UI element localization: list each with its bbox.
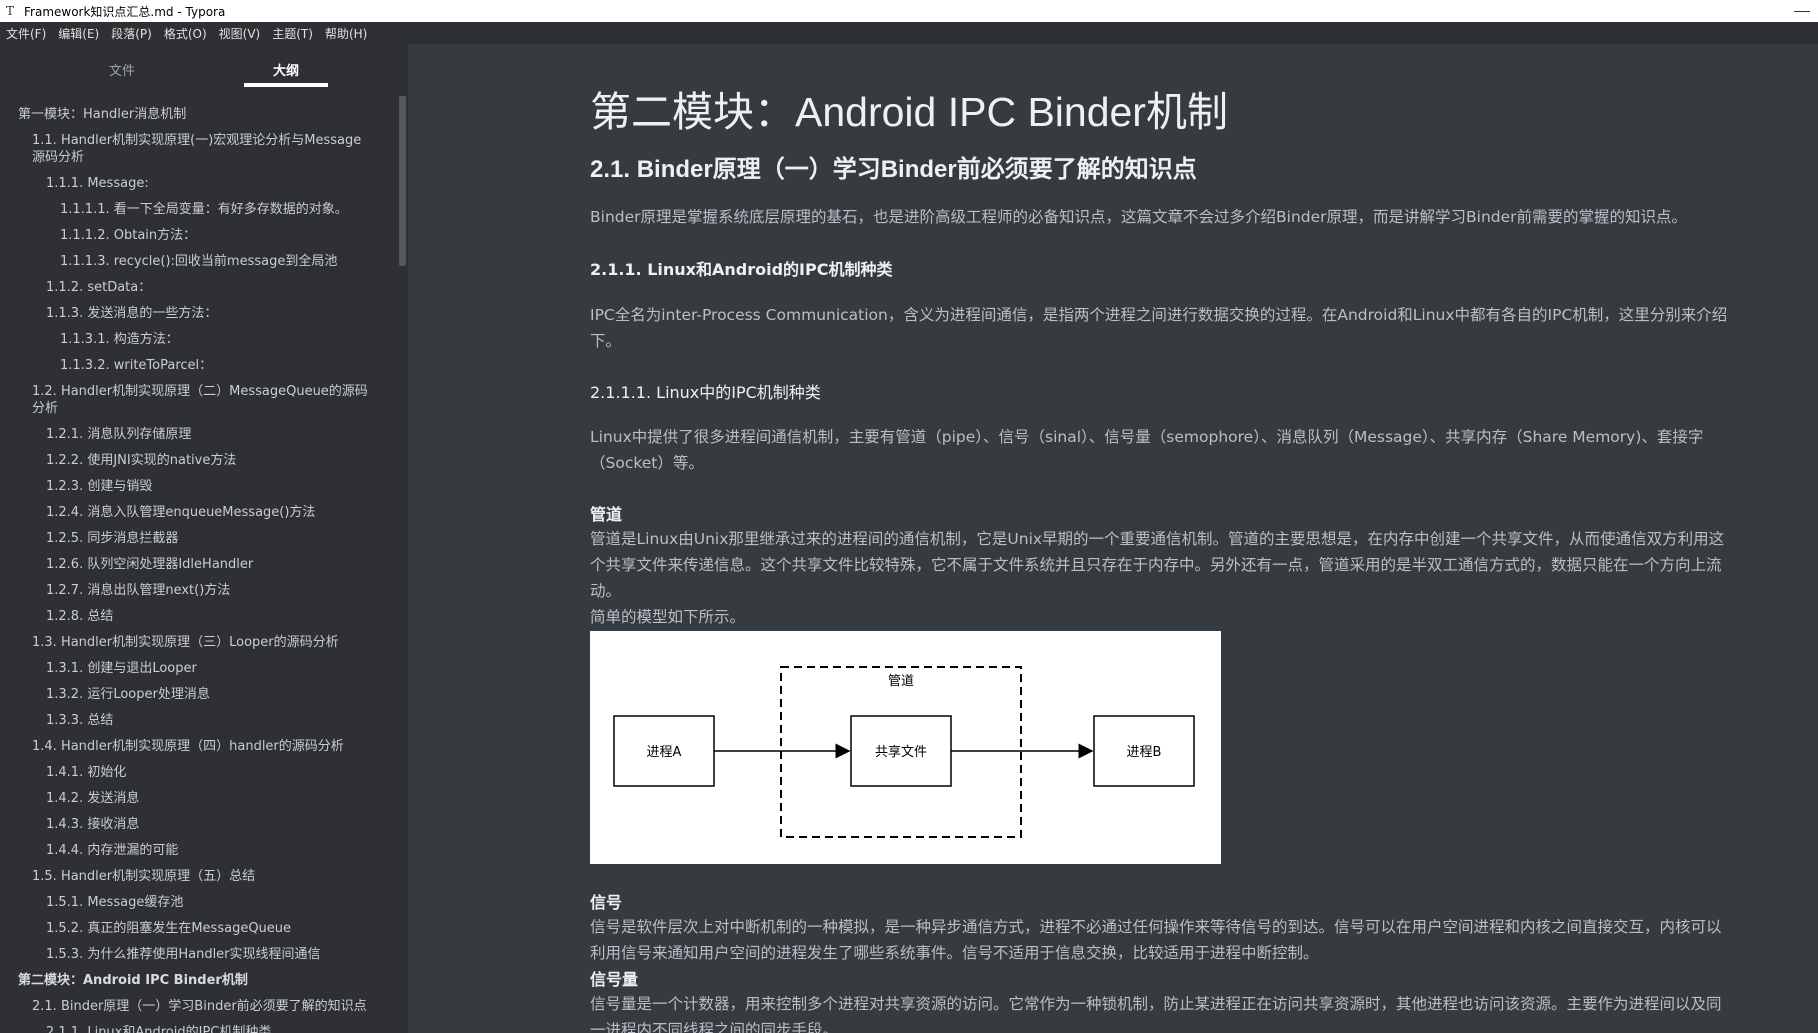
outline-item[interactable]: 1.2.2. 使用JNI实现的native方法 <box>0 448 392 474</box>
window-title: Framework知识点汇总.md - Typora <box>24 4 226 19</box>
signal-title[interactable]: 信号 <box>590 889 622 913</box>
outline-item[interactable]: 1.2. Handler机制实现原理（二）MessageQueue的源码分析 <box>0 379 392 422</box>
menu-item[interactable]: 视图(V) <box>213 25 267 42</box>
menu-item[interactable]: 帮助(H) <box>319 25 373 42</box>
outline-item[interactable]: 1.4.3. 接收消息 <box>0 812 392 838</box>
process-b-label: 进程B <box>1127 745 1162 760</box>
outline-item[interactable]: 1.4.2. 发送消息 <box>0 786 392 812</box>
outline-item[interactable]: 1.5.1. Message缓存池 <box>0 890 392 916</box>
heading-2[interactable]: 2.1. Binder原理（一）学习Binder前必须要了解的知识点 <box>590 149 1197 184</box>
pipe-label: 管道 <box>888 674 914 689</box>
heading-3[interactable]: 2.1.1. Linux和Android的IPC机制种类 <box>590 256 892 280</box>
sidebar: 文件 大纲 第一模块：Handler消息机制 1.1. Handler机制实现原理… <box>0 44 408 1033</box>
editor-area: 第二模块：Android IPC Binder机制 2.1. Binder原理（… <box>408 44 1818 1033</box>
outline-item[interactable]: 1.3.2. 运行Looper处理消息 <box>0 682 392 708</box>
paragraph-binder-intro[interactable]: Binder原理是掌握系统底层原理的基石，也是进阶高级工程师的必备知识点，这篇文… <box>590 204 1730 230</box>
minimize-icon[interactable] <box>1794 10 1810 12</box>
outline-item[interactable]: 1.2.7. 消息出队管理next()方法 <box>0 578 392 604</box>
outline-item[interactable]: 1.1.1. Message: <box>0 171 392 197</box>
outline-item[interactable]: 1.3.3. 总结 <box>0 708 392 734</box>
outline-item[interactable]: 1.3. Handler机制实现原理（三）Looper的源码分析 <box>0 630 392 656</box>
pipe-title[interactable]: 管道 <box>590 501 622 525</box>
process-a-label: 进程A <box>647 745 682 760</box>
paragraph-linux-ipc[interactable]: Linux中提供了很多进程间通信机制，主要有管道（pipe）、信号（sinal）… <box>590 424 1730 476</box>
outline-item[interactable]: 1.1.1.3. recycle():回收当前message到全局池 <box>0 249 392 275</box>
outline-item[interactable]: 1.1.3.2. writeToParcel： <box>0 353 392 379</box>
outline-list: 第一模块：Handler消息机制 1.1. Handler机制实现原理(一)宏观理… <box>0 102 392 1033</box>
outline-item[interactable]: 第二模块：Android IPC Binder机制 <box>0 968 392 994</box>
outline-item[interactable]: 1.4. Handler机制实现原理（四）handler的源码分析 <box>0 734 392 760</box>
outline-item[interactable]: 1.5.2. 真正的阻塞发生在MessageQueue <box>0 916 392 942</box>
outline-item[interactable]: 第一模块：Handler消息机制 <box>0 102 392 128</box>
paragraph-pipe[interactable]: 管道是Linux由Unix那里继承过来的进程间的通信机制，它是Unix早期的一个… <box>590 526 1730 604</box>
outline-item[interactable]: 1.2.4. 消息入队管理enqueueMessage()方法 <box>0 500 392 526</box>
tab-outline[interactable]: 大纲 <box>244 60 328 79</box>
pipe-diagram-svg: 管道 进程A 共享文件 进程B <box>613 666 1195 838</box>
menu-bar: 文件(F) 编辑(E) 段落(P) 格式(O) 视图(V) 主题(T) 帮助(H) <box>0 22 1818 44</box>
heading-1[interactable]: 第二模块：Android IPC Binder机制 <box>590 78 1228 138</box>
menu-item[interactable]: 主题(T) <box>266 25 319 42</box>
outline-item[interactable]: 1.2.3. 创建与销毁 <box>0 474 392 500</box>
menu-item[interactable]: 格式(O) <box>158 25 213 42</box>
paragraph-pipe-model[interactable]: 简单的模型如下所示。 <box>590 604 1730 630</box>
outline-item[interactable]: 1.1.2. setData： <box>0 275 392 301</box>
outline-item[interactable]: 2.1.1. Linux和Android的IPC机制种类 <box>0 1020 392 1033</box>
menu-item[interactable]: 段落(P) <box>105 25 158 42</box>
tab-active-indicator <box>244 83 328 87</box>
paragraph-ipc-intro[interactable]: IPC全名为inter-Process Communication，含义为进程间… <box>590 302 1730 354</box>
outline-item[interactable]: 1.1. Handler机制实现原理(一)宏观理论分析与Message源码分析 <box>0 128 392 171</box>
menu-item[interactable]: 编辑(E) <box>52 25 105 42</box>
outline-item[interactable]: 1.1.1.2. Obtain方法： <box>0 223 392 249</box>
outline-item[interactable]: 1.2.6. 队列空闲处理器IdleHandler <box>0 552 392 578</box>
outline-item[interactable]: 1.1.1.1. 看一下全局变量：有好多存数据的对象。 <box>0 197 392 223</box>
outline-item[interactable]: 1.1.3.1. 构造方法： <box>0 327 392 353</box>
tab-files[interactable]: 文件 <box>80 60 164 79</box>
outline-item[interactable]: 1.5. Handler机制实现原理（五）总结 <box>0 864 392 890</box>
paragraph-semaphore[interactable]: 信号量是一个计数器，用来控制多个进程对共享资源的访问。它常作为一种锁机制，防止某… <box>590 991 1730 1033</box>
pipe-diagram[interactable]: 管道 进程A 共享文件 进程B <box>590 631 1221 864</box>
sidebar-scrollbar[interactable] <box>399 96 406 266</box>
outline-item[interactable]: 1.2.1. 消息队列存储原理 <box>0 422 392 448</box>
semaphore-title[interactable]: 信号量 <box>590 966 638 990</box>
outline-item[interactable]: 1.1.3. 发送消息的一些方法： <box>0 301 392 327</box>
outline-item[interactable]: 1.2.5. 同步消息拦截器 <box>0 526 392 552</box>
menu-item[interactable]: 文件(F) <box>0 25 52 42</box>
outline-item[interactable]: 1.4.4. 内存泄漏的可能 <box>0 838 392 864</box>
sidebar-tabs: 文件 大纲 <box>0 44 408 90</box>
heading-4[interactable]: 2.1.1.1. Linux中的IPC机制种类 <box>590 379 821 403</box>
app-icon: T <box>5 4 14 18</box>
title-bar: T Framework知识点汇总.md - Typora <box>0 0 1818 22</box>
window-controls <box>1794 0 1810 22</box>
paragraph-signal[interactable]: 信号是软件层次上对中断机制的一种模拟，是一种异步通信方式，进程不必通过任何操作来… <box>590 914 1730 966</box>
outline-item[interactable]: 1.3.1. 创建与退出Looper <box>0 656 392 682</box>
outline-item[interactable]: 1.5.3. 为什么推荐使用Handler实现线程间通信 <box>0 942 392 968</box>
shared-file-label: 共享文件 <box>875 744 927 760</box>
outline-item[interactable]: 1.2.8. 总结 <box>0 604 392 630</box>
outline-item[interactable]: 2.1. Binder原理（一）学习Binder前必须要了解的知识点 <box>0 994 392 1020</box>
outline-item[interactable]: 1.4.1. 初始化 <box>0 760 392 786</box>
